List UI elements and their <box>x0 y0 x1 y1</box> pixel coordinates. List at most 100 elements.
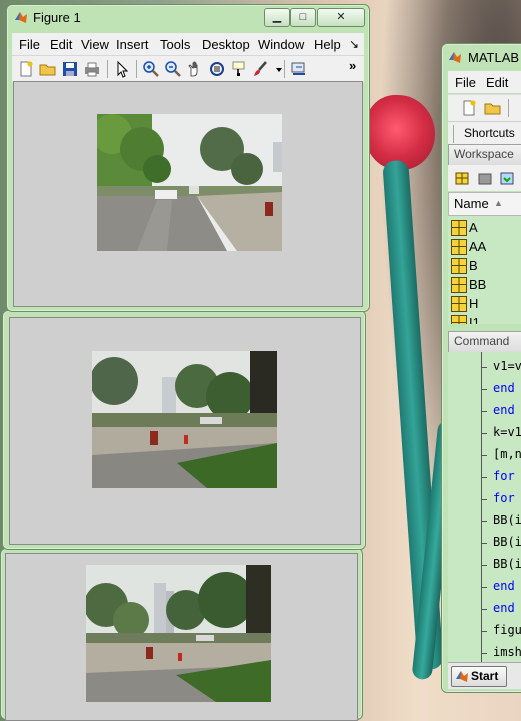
command-line-marker <box>481 389 487 390</box>
command-panel-header[interactable]: Command <box>448 331 521 353</box>
brush-dropdown-icon[interactable] <box>270 60 282 78</box>
command-title: Command <box>454 334 510 348</box>
command-line-marker <box>481 565 487 566</box>
maximize-button[interactable]: □ <box>290 8 316 27</box>
link-icon[interactable] <box>290 60 308 78</box>
workspace-variable-row[interactable]: B <box>448 256 521 275</box>
workspace-variable-row[interactable]: H <box>448 294 521 313</box>
command-line-marker <box>481 543 487 544</box>
toolbar-separator <box>284 60 285 78</box>
command-line-marker <box>481 631 487 632</box>
zoom-out-icon[interactable] <box>164 60 182 78</box>
new-figure-icon[interactable] <box>17 60 35 78</box>
command-line: end <box>493 579 515 593</box>
figure-1-menubar: File Edit View Insert Tools Desktop Wind… <box>12 33 364 55</box>
matlab-main-window[interactable]: MATLAB File Edit Shortcuts Workspace Nam… <box>441 43 521 693</box>
matlab-menubar: File Edit <box>448 71 521 93</box>
command-line-marker <box>481 367 487 368</box>
command-line: BB(i, <box>493 557 521 571</box>
close-icon: ✕ <box>336 11 346 23</box>
new-file-icon[interactable] <box>460 99 478 117</box>
menu-window[interactable]: Window <box>258 37 304 52</box>
pan-icon[interactable] <box>186 60 204 78</box>
workspace-variable-row[interactable]: A <box>448 218 521 237</box>
variable-name: A <box>469 220 478 235</box>
data-cursor-icon[interactable] <box>230 60 248 78</box>
toolbar-overflow-icon[interactable]: » <box>349 58 356 73</box>
matrix-variable-icon <box>451 277 467 293</box>
matlab-title: MATLAB <box>468 50 520 65</box>
menu-file[interactable]: File <box>19 37 40 52</box>
toolbar-separator <box>136 60 137 78</box>
figure-1-window[interactable]: Figure 1 ▁ □ ✕ File Edit View Insert Too… <box>6 4 370 312</box>
workspace-toolbar <box>448 165 521 191</box>
command-line: [m,n <box>493 447 521 461</box>
workspace-list: A AA B BB H I1 <box>448 216 521 324</box>
workspace-variable-row[interactable]: BB <box>448 275 521 294</box>
figure-1-toolbar: » <box>12 55 364 82</box>
new-variable-icon[interactable] <box>453 169 471 187</box>
command-line: end <box>493 403 515 417</box>
start-button[interactable]: Start <box>451 666 507 687</box>
workspace-column-header[interactable]: Name ▲ <box>448 192 521 216</box>
open-file-icon[interactable] <box>39 60 57 78</box>
figure-3-image <box>86 565 271 702</box>
toolbar-separator <box>107 60 108 78</box>
rotate-icon[interactable] <box>208 60 226 78</box>
workspace-variable-row[interactable]: I1 <box>448 313 521 324</box>
workspace-variable-row[interactable]: AA <box>448 237 521 256</box>
open-file-icon[interactable] <box>484 99 502 117</box>
figure-2-image <box>92 351 277 488</box>
command-line-marker <box>481 411 487 412</box>
matlab-logo-icon <box>14 10 28 24</box>
import-data-icon[interactable] <box>498 169 516 187</box>
matlab-menu-edit[interactable]: Edit <box>486 75 508 90</box>
matlab-titlebar[interactable]: MATLAB <box>442 44 521 70</box>
command-line-marker <box>481 653 487 654</box>
close-button[interactable]: ✕ <box>317 8 365 27</box>
command-line: end <box>493 381 515 395</box>
matlab-menu-file[interactable]: File <box>455 75 476 90</box>
menu-dock-arrow-icon[interactable]: ↘ <box>349 37 359 51</box>
command-line: end <box>493 601 515 615</box>
minimize-button[interactable]: ▁ <box>264 8 290 27</box>
command-gutter <box>481 352 482 662</box>
figure-1-image <box>97 114 282 251</box>
command-line-marker <box>481 433 487 434</box>
maximize-icon: □ <box>299 11 307 23</box>
open-variable-icon[interactable] <box>476 169 494 187</box>
zoom-in-icon[interactable] <box>142 60 160 78</box>
brush-icon[interactable] <box>252 60 270 78</box>
command-line: BB(i, <box>493 513 521 527</box>
matrix-variable-icon <box>451 220 467 236</box>
figure-1-titlebar[interactable]: Figure 1 ▁ □ ✕ <box>7 5 369 31</box>
minimize-icon: ▁ <box>272 11 282 23</box>
start-label: Start <box>471 669 499 683</box>
command-window[interactable]: v1=v end end k=v1, [m,n for for BB(i, BB(i, BB(i,… <box>448 352 521 662</box>
matlab-logo-icon <box>455 669 469 683</box>
matlab-toolbar <box>448 94 521 121</box>
figure-window-2[interactable] <box>2 310 366 550</box>
workspace-panel-header[interactable]: Workspace <box>448 144 521 166</box>
start-bar: Start <box>448 662 521 689</box>
command-line-marker <box>481 499 487 500</box>
figure-window-3[interactable] <box>0 548 363 721</box>
print-icon[interactable] <box>83 60 101 78</box>
pointer-icon[interactable] <box>113 60 131 78</box>
matrix-variable-icon <box>451 296 467 312</box>
menu-tools[interactable]: Tools <box>160 37 190 52</box>
menu-insert[interactable]: Insert <box>116 37 149 52</box>
command-line-marker <box>481 521 487 522</box>
save-icon[interactable] <box>61 60 79 78</box>
variable-name: I1 <box>469 315 480 324</box>
toolbar-separator <box>508 99 509 117</box>
variable-name: BB <box>469 277 487 292</box>
menu-view[interactable]: View <box>81 37 109 52</box>
menu-desktop[interactable]: Desktop <box>202 37 250 52</box>
shortcuts-label[interactable]: Shortcuts <box>464 126 515 140</box>
menu-help[interactable]: Help <box>314 37 341 52</box>
variable-name: H <box>469 296 479 311</box>
command-line: imsh <box>493 645 521 659</box>
menu-edit[interactable]: Edit <box>50 37 72 52</box>
matlab-logo-icon <box>448 50 462 64</box>
